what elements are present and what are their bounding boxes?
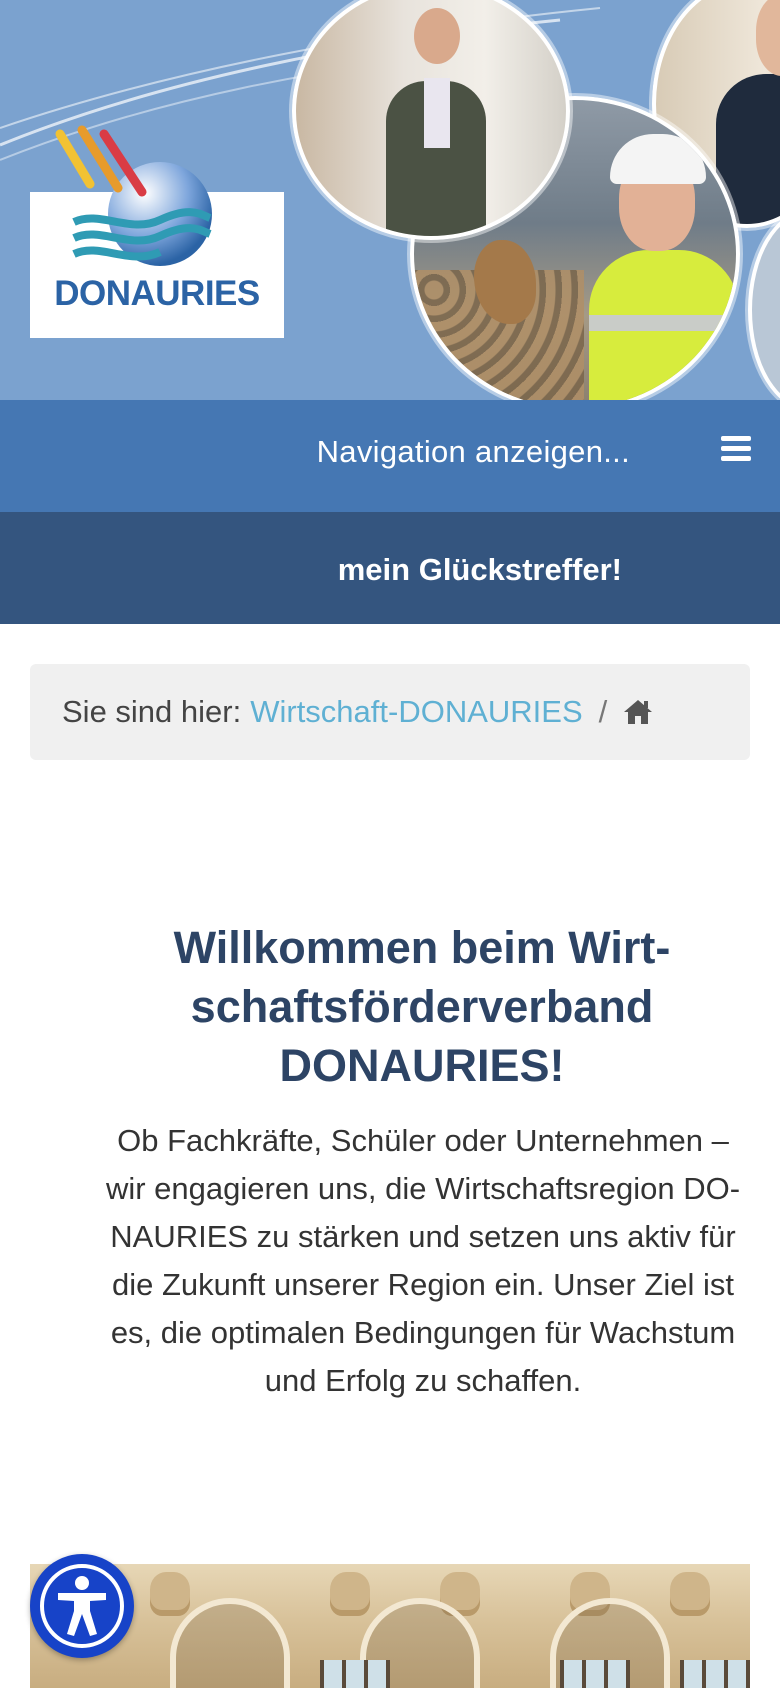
- intro-paragraph: Ob Fachkräfte, Schüler oder Unternehmen …: [95, 1117, 751, 1405]
- baroque-hall-image: [30, 1564, 750, 1688]
- breadcrumb: Sie sind hier: Wirtschaft-DONAURIES /: [30, 664, 750, 760]
- intro-line: Ob Fachkräfte, Schüler oder Unternehmen …: [117, 1123, 729, 1158]
- intro-line: wir engagieren uns, die Wirtschaftsregio…: [105, 1171, 741, 1206]
- page-headline: Willkommen beim Wirt- schaftsförderverba…: [110, 918, 734, 1095]
- headline-line: Willkommen beim Wirt-: [173, 922, 671, 973]
- logo-mark-icon: [55, 125, 212, 266]
- headline-line: DONAURIES!: [279, 1040, 565, 1091]
- donauries-logo[interactable]: DONAURIES: [30, 125, 284, 338]
- header-banner: DONAURIES: [0, 0, 780, 400]
- breadcrumb-separator: /: [598, 694, 608, 729]
- navigation-bar[interactable]: Navigation anzeigen...: [0, 400, 780, 512]
- intro-line: die Zukunft unserer Region ein. Unser Zi…: [111, 1267, 734, 1302]
- navigation-toggle-label[interactable]: Navigation anzeigen...: [317, 434, 630, 470]
- accessibility-icon: [58, 1576, 106, 1636]
- intro-line: NAURIES zu stärken und setzen uns aktiv …: [110, 1219, 736, 1254]
- headline-line: schaftsförderverband: [190, 981, 654, 1032]
- logo-text: DONAURIES: [54, 274, 260, 313]
- accessibility-button[interactable]: [30, 1554, 134, 1658]
- hamburger-icon[interactable]: [721, 436, 751, 462]
- intro-line: und Erfolg zu schaffen.: [264, 1363, 582, 1398]
- breadcrumb-link-wirtschaft[interactable]: Wirtschaft-DONAURIES: [250, 694, 582, 730]
- intro-line: es, die optimalen Bedingungen für Wachst…: [110, 1315, 736, 1350]
- slogan-bar: mein Glückstreffer!: [0, 512, 780, 624]
- breadcrumb-prefix: Sie sind hier:: [62, 694, 242, 729]
- slogan-text: mein Glückstreffer!: [337, 552, 622, 587]
- home-icon[interactable]: [623, 698, 653, 726]
